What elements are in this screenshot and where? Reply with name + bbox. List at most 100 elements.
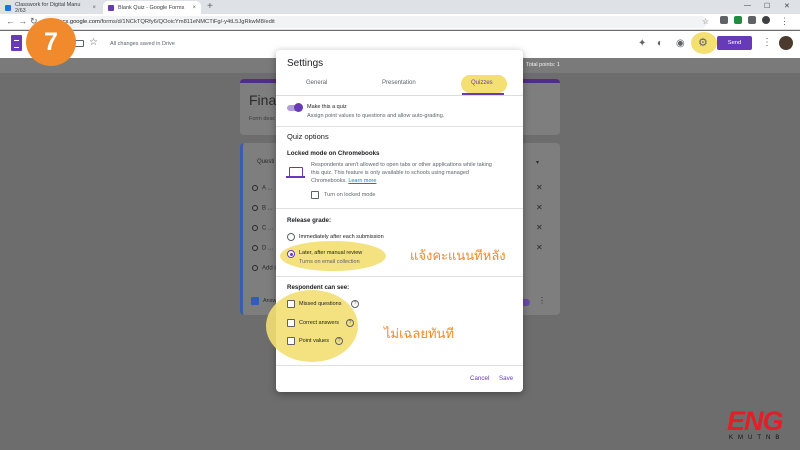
laptop-icon bbox=[286, 167, 305, 178]
settings-button[interactable]: ⚙ bbox=[691, 32, 717, 54]
release-immediately-label: Immediately after each submission bbox=[299, 234, 384, 240]
cancel-button[interactable]: Cancel bbox=[470, 375, 489, 382]
release-later-label: Later, after manual review bbox=[299, 250, 363, 256]
remove-option-icon[interactable]: ✕ bbox=[536, 183, 543, 192]
help-icon[interactable]: ? bbox=[335, 337, 343, 345]
more-options-icon[interactable]: ⋮ bbox=[762, 37, 772, 48]
form-title: Final bbox=[249, 92, 280, 108]
tab-general[interactable]: General bbox=[306, 80, 327, 86]
radio-icon bbox=[252, 225, 258, 231]
remove-option-icon[interactable]: ✕ bbox=[536, 203, 543, 212]
radio-icon bbox=[252, 265, 258, 271]
close-window-icon[interactable]: ✕ bbox=[784, 2, 790, 10]
puzzle-icon[interactable] bbox=[748, 16, 756, 24]
send-button[interactable]: Send bbox=[717, 36, 752, 50]
eng-kmutnb-logo: ENG KMUTNB bbox=[727, 407, 793, 443]
respondent-annotation: ไม่เฉลยทันที bbox=[384, 326, 455, 341]
preview-eye-icon[interactable]: ◉ bbox=[676, 38, 685, 49]
star-icon[interactable]: ☆ bbox=[89, 37, 98, 48]
addon-icon[interactable]: ✦ bbox=[638, 38, 646, 49]
list-item: A ... bbox=[252, 185, 272, 192]
browser-tab-label: Classwork for Digital Manu 2/63 bbox=[15, 1, 81, 14]
correct-answers-label: Correct answers bbox=[299, 320, 340, 326]
highlight-marker bbox=[280, 241, 386, 271]
divider bbox=[276, 276, 523, 277]
minimize-icon[interactable]: — bbox=[744, 2, 751, 9]
logo-main-text: ENG bbox=[727, 406, 784, 436]
close-tab-icon[interactable]: × bbox=[192, 5, 196, 11]
missed-questions-label: Missed questions bbox=[299, 301, 342, 307]
logo-sub-text: KMUTNB bbox=[729, 435, 785, 441]
locked-mode-checkbox-label: Turn on locked mode bbox=[324, 192, 376, 198]
radio-icon bbox=[252, 185, 258, 191]
correct-answers-checkbox[interactable] bbox=[287, 319, 295, 327]
classroom-favicon-icon bbox=[5, 4, 11, 11]
help-icon[interactable]: ? bbox=[351, 300, 359, 308]
help-icon[interactable]: ? bbox=[346, 319, 354, 327]
address-bar[interactable]: docs.google.com/forms/d/1NCkTQRfy6/QOoic… bbox=[42, 16, 707, 28]
forward-arrow-icon[interactable]: → bbox=[18, 16, 27, 27]
bookmark-star-icon[interactable]: ☆ bbox=[702, 16, 709, 27]
locked-mode-heading: Locked mode on Chromebooks bbox=[287, 150, 380, 157]
make-quiz-label: Make this a quiz bbox=[307, 104, 347, 110]
release-grade-heading: Release grade: bbox=[287, 217, 332, 224]
radio-icon bbox=[252, 205, 258, 211]
list-item: D ... bbox=[252, 245, 273, 252]
browser-tab-classwork[interactable]: Classwork for Digital Manu 2/63 × bbox=[0, 1, 101, 14]
question-title: Questi bbox=[257, 159, 275, 165]
browser-menu-icon[interactable]: ⋮ bbox=[780, 16, 789, 27]
option-text: A ... bbox=[262, 185, 273, 192]
answer-key-label[interactable]: Answ bbox=[263, 298, 276, 304]
list-item: C ... bbox=[252, 225, 273, 232]
extension-icon[interactable] bbox=[720, 16, 728, 24]
divider bbox=[276, 365, 523, 366]
back-arrow-icon[interactable]: ← bbox=[6, 16, 15, 27]
option-text: D ... bbox=[262, 245, 274, 252]
forms-favicon-icon bbox=[108, 4, 114, 11]
maximize-icon[interactable]: ☐ bbox=[764, 2, 770, 10]
tab-quizzes[interactable]: Quizzes bbox=[471, 80, 493, 86]
radio-icon bbox=[252, 245, 258, 251]
forms-logo-icon[interactable] bbox=[11, 35, 22, 51]
quiz-options-heading: Quiz options bbox=[287, 132, 329, 141]
remove-option-icon[interactable]: ✕ bbox=[536, 223, 543, 232]
avatar[interactable] bbox=[779, 36, 793, 50]
toggle-knob[interactable] bbox=[294, 103, 303, 112]
point-values-checkbox[interactable] bbox=[287, 337, 295, 345]
total-points: Total points: 1 bbox=[526, 62, 560, 68]
browser-tab-forms[interactable]: Blank Quiz - Google Forms × bbox=[103, 1, 201, 14]
missed-questions-checkbox[interactable] bbox=[287, 300, 295, 308]
release-annotation: แจ้งคะแนนทีหลัง bbox=[410, 248, 506, 263]
close-tab-icon[interactable]: × bbox=[92, 5, 96, 11]
divider bbox=[276, 95, 523, 96]
divider bbox=[276, 126, 523, 127]
new-tab-button[interactable]: + bbox=[207, 1, 213, 13]
profile-icon[interactable] bbox=[762, 16, 770, 24]
palette-icon[interactable]: ◐ bbox=[657, 38, 663, 49]
make-quiz-desc: Assign point values to questions and all… bbox=[307, 113, 445, 119]
release-immediately-radio[interactable] bbox=[287, 233, 295, 241]
learn-more-link[interactable]: Learn more bbox=[348, 178, 376, 184]
locked-mode-desc-line3: Chromebooks. Learn more bbox=[311, 178, 376, 184]
save-button[interactable]: Save bbox=[499, 375, 513, 382]
browser-tab-bar: Classwork for Digital Manu 2/63 × Blank … bbox=[0, 0, 800, 14]
option-text: C ... bbox=[262, 225, 274, 232]
url-path: /forms/d/1NCkTQRfy6/QOoicYm811eNMCTiFg/-… bbox=[99, 19, 275, 25]
dialog-title: Settings bbox=[287, 58, 324, 69]
answer-key-icon[interactable] bbox=[251, 297, 259, 305]
divider bbox=[276, 208, 523, 209]
browser-toolbar: ← → ↻ docs.google.com/forms/d/1NCkTQRfy6… bbox=[0, 14, 800, 30]
add-option[interactable]: Add o bbox=[252, 265, 278, 272]
form-description: Form desc bbox=[249, 116, 275, 122]
question-type-dropdown-icon[interactable]: ▾ bbox=[536, 159, 539, 166]
tab-presentation[interactable]: Presentation bbox=[382, 80, 416, 86]
saved-status: All changes saved in Drive bbox=[110, 41, 175, 47]
option-text: B ... bbox=[262, 205, 273, 212]
release-later-radio[interactable] bbox=[287, 250, 295, 258]
release-later-desc: Turns on email collection bbox=[299, 259, 360, 265]
remove-option-icon[interactable]: ✕ bbox=[536, 243, 543, 252]
question-more-icon[interactable]: ⋮ bbox=[538, 296, 546, 305]
step-badge: 7 bbox=[26, 18, 76, 66]
extension-icon[interactable] bbox=[734, 16, 742, 24]
locked-mode-checkbox[interactable] bbox=[311, 191, 319, 199]
